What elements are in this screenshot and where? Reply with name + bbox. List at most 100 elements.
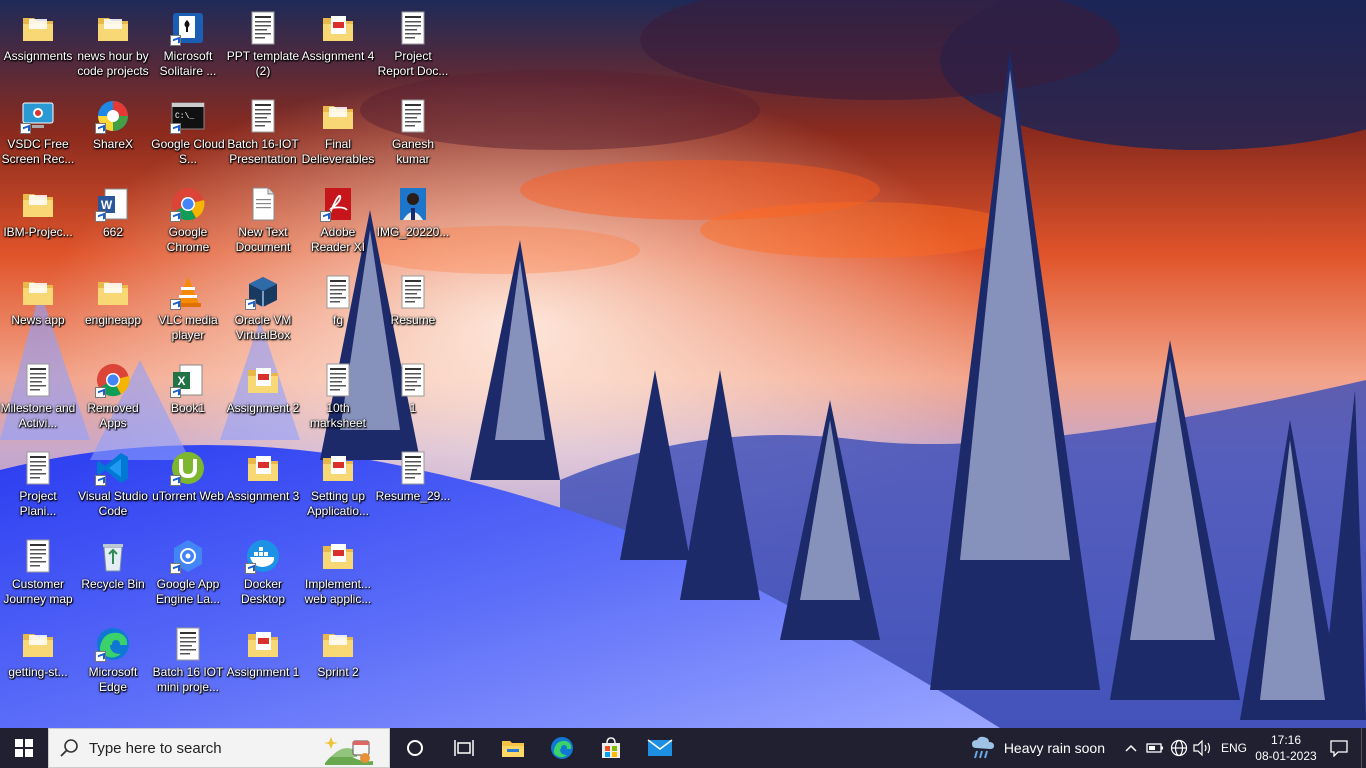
desktop-icon[interactable]: Removed Apps: [75, 356, 151, 442]
document-thumb-icon: [395, 450, 431, 486]
desktop-icon[interactable]: Resume_29...: [375, 444, 451, 530]
desktop-icon[interactable]: 10th marksheet: [300, 356, 376, 442]
desktop-icon-label: 662: [102, 225, 124, 239]
desktop-icon[interactable]: Customer Journey map: [0, 532, 76, 618]
document-thumb-icon: [245, 10, 281, 46]
desktop-icon[interactable]: Google Chrome: [150, 180, 226, 266]
shortcut-arrow-icon: [20, 123, 31, 134]
action-center-button[interactable]: [1317, 728, 1361, 768]
photo-icon: [395, 186, 431, 222]
desktop-icon[interactable]: Project Plani...: [0, 444, 76, 530]
document-thumb-icon: [395, 362, 431, 398]
desktop-icon[interactable]: Assignment 4: [300, 4, 376, 90]
desktop-icon[interactable]: Resume: [375, 268, 451, 354]
desktop-icon[interactable]: Recycle Bin: [75, 532, 151, 618]
desktop-icon-grid: Assignments news hour by code projects Mic…: [0, 0, 460, 728]
desktop-icon[interactable]: IBM-Projec...: [0, 180, 76, 266]
desktop-icon[interactable]: engineapp: [75, 268, 151, 354]
vscode-icon: [95, 450, 131, 486]
start-button[interactable]: [0, 728, 48, 768]
desktop-icon[interactable]: uTorrent Web: [150, 444, 226, 530]
desktop-icon-label: Book1: [170, 401, 206, 415]
task-view-button[interactable]: [439, 728, 488, 768]
taskbar: Type here to search Heavy rain soon ENG …: [0, 728, 1366, 768]
desktop-icon[interactable]: X Book1: [150, 356, 226, 442]
desktop-icon[interactable]: News app: [0, 268, 76, 354]
shortcut-arrow-icon: [170, 387, 181, 398]
desktop-icon[interactable]: Docker Desktop: [225, 532, 301, 618]
desktop-icon[interactable]: C:\_ Google Cloud S...: [150, 92, 226, 178]
desktop-icon[interactable]: Assignment 2: [225, 356, 301, 442]
shortcut-arrow-icon: [95, 475, 106, 486]
desktop-icon[interactable]: Assignments: [0, 4, 76, 90]
cortana-button[interactable]: [390, 728, 439, 768]
desktop-icon[interactable]: Microsoft Edge: [75, 620, 151, 706]
file-explorer-button[interactable]: [488, 728, 537, 768]
desktop-icon[interactable]: Assignment 3: [225, 444, 301, 530]
desktop-icon-label: Removed Apps: [87, 401, 139, 430]
desktop-icon[interactable]: Google App Engine La...: [150, 532, 226, 618]
volume-button[interactable]: [1191, 728, 1215, 768]
edge-icon: [95, 626, 131, 662]
desktop-icon-label: Assignment 3: [226, 489, 300, 503]
desktop-icon[interactable]: Microsoft Solitaire ...: [150, 4, 226, 90]
desktop-icon[interactable]: W 662: [75, 180, 151, 266]
edge-taskbar-button[interactable]: [537, 728, 586, 768]
desktop-icon-label: Assignment 1: [226, 665, 300, 679]
desktop-icon-label: Microsoft Edge: [88, 665, 138, 694]
svg-text:C:\_: C:\_: [175, 112, 194, 121]
desktop-icon-label: Google App Engine La...: [155, 577, 221, 606]
globe-icon: [1170, 739, 1188, 757]
show-hidden-icons-button[interactable]: [1119, 728, 1143, 768]
show-desktop-button[interactable]: [1361, 728, 1366, 768]
taskbar-search-box[interactable]: Type here to search: [48, 728, 390, 768]
desktop-icon-label: 1: [409, 401, 417, 415]
desktop-icon-label: news hour by code projects: [77, 49, 149, 78]
desktop-icon[interactable]: Final Delieverables: [300, 92, 376, 178]
desktop-icon[interactable]: Milestone and Activi...: [0, 356, 76, 442]
desktop-icon[interactable]: Oracle VM VirtualBox: [225, 268, 301, 354]
document-thumb-icon: [395, 274, 431, 310]
desktop-icon[interactable]: VSDC Free Screen Rec...: [0, 92, 76, 178]
desktop-icon[interactable]: 1: [375, 356, 451, 442]
shortcut-arrow-icon: [170, 211, 181, 222]
desktop-icon[interactable]: news hour by code projects: [75, 4, 151, 90]
desktop-icon[interactable]: ShareX: [75, 92, 151, 178]
desktop-icon[interactable]: Ganesh kumar: [375, 92, 451, 178]
desktop-icon[interactable]: PPT template (2): [225, 4, 301, 90]
store-button[interactable]: [586, 728, 635, 768]
shortcut-arrow-icon: [95, 123, 106, 134]
battery-icon: [1146, 743, 1163, 753]
desktop-icon[interactable]: IMG_20220...: [375, 180, 451, 266]
mail-button[interactable]: [635, 728, 684, 768]
desktop-icon[interactable]: Batch 16 IOT mini proje...: [150, 620, 226, 706]
desktop-icon[interactable]: Adobe Reader XI: [300, 180, 376, 266]
shortcut-arrow-icon: [245, 299, 256, 310]
desktop-icon[interactable]: Setting up Applicatio...: [300, 444, 376, 530]
pdf-folder-icon: [245, 626, 281, 662]
shortcut-arrow-icon: [245, 563, 256, 574]
desktop-icon[interactable]: fg: [300, 268, 376, 354]
desktop-icon-label: Assignment 4: [301, 49, 375, 63]
desktop-icon[interactable]: Implement... web applic...: [300, 532, 376, 618]
taskbar-clock[interactable]: 17:16 08-01-2023: [1255, 732, 1317, 764]
desktop-icon[interactable]: getting-st...: [0, 620, 76, 706]
weather-widget[interactable]: Heavy rain soon: [970, 736, 1105, 760]
desktop-icon[interactable]: Visual Studio Code: [75, 444, 151, 530]
desktop-icon[interactable]: New Text Document: [225, 180, 301, 266]
desktop-icon-label: Customer Journey map: [3, 577, 73, 606]
folder-icon: [20, 274, 56, 310]
sharex-icon: [95, 98, 131, 134]
desktop-icon[interactable]: Assignment 1: [225, 620, 301, 706]
battery-button[interactable]: [1143, 728, 1167, 768]
desktop-icon[interactable]: Project Report Doc...: [375, 4, 451, 90]
desktop-icon[interactable]: VLC media player: [150, 268, 226, 354]
desktop-icon-label: Ganesh kumar: [391, 137, 435, 166]
desktop-icon[interactable]: Batch 16-IOT Presentation: [225, 92, 301, 178]
input-language-indicator[interactable]: ENG: [1221, 741, 1247, 755]
network-button[interactable]: [1167, 728, 1191, 768]
word-document-icon: W: [95, 186, 131, 222]
document-thumb-icon: [20, 538, 56, 574]
desktop-icon-label: Implement... web applic...: [304, 577, 372, 606]
desktop-icon[interactable]: Sprint 2: [300, 620, 376, 706]
